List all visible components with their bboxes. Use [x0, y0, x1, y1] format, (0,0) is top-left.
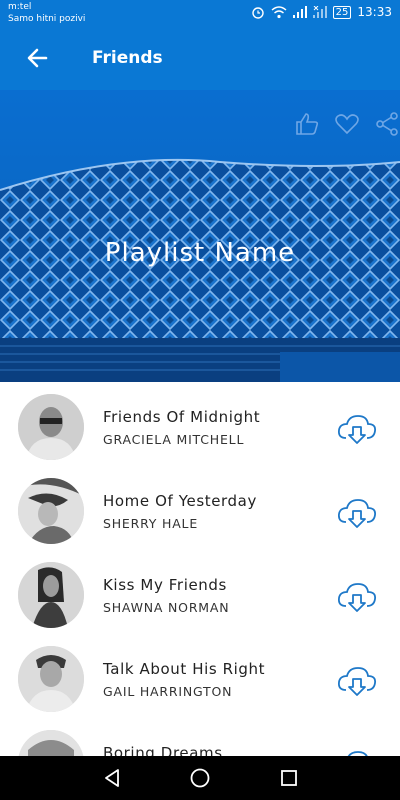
status-icons: 25 13:33 [251, 5, 392, 19]
wifi-icon [271, 5, 287, 18]
back-triangle-icon [105, 769, 119, 787]
nav-home-button[interactable] [188, 766, 212, 790]
download-button[interactable] [336, 664, 378, 698]
heart-icon [335, 114, 359, 135]
cloud-download-icon [337, 583, 377, 612]
artist-avatar [18, 562, 84, 628]
alarm-icon [251, 7, 264, 19]
recents-square-icon [281, 770, 297, 786]
artist-avatar [18, 478, 84, 544]
download-button[interactable] [336, 412, 378, 446]
playlist-actions [294, 112, 400, 136]
artist-avatar [18, 646, 84, 712]
track-title: Talk About His Right [103, 660, 266, 678]
favorite-button[interactable] [334, 112, 360, 136]
artist-avatar [18, 730, 84, 756]
download-button[interactable] [336, 496, 378, 530]
track-artist: GRACIELA MITCHELL [103, 432, 245, 447]
arrow-left-icon [27, 48, 48, 68]
track-row[interactable]: Home Of Yesterday SHERRY HALE [0, 472, 400, 556]
thumbs-up-icon [296, 113, 319, 135]
share-icon [376, 112, 398, 136]
track-artist: SHAWNA NORMAN [103, 600, 230, 615]
playlist-header: Playlist Name [0, 90, 400, 382]
artist-avatar [18, 394, 84, 460]
cloud-download-icon [337, 499, 377, 528]
app-bar: Friends [0, 26, 400, 90]
track-artist: GAIL HARRINGTON [103, 684, 233, 699]
like-button[interactable] [294, 112, 320, 136]
track-title: Friends Of Midnight [103, 408, 261, 426]
battery-indicator: 25 [332, 5, 352, 19]
back-button[interactable] [24, 46, 52, 70]
download-button[interactable] [336, 748, 378, 756]
track-row[interactable]: Kiss My Friends SHAWNA NORMAN [0, 556, 400, 640]
system-nav-bar [0, 756, 400, 800]
nav-back-button[interactable] [100, 766, 124, 790]
download-button[interactable] [336, 580, 378, 614]
signal-no-service-icon [312, 6, 327, 18]
track-artist: SHERRY HALE [103, 516, 199, 531]
track-title: Home Of Yesterday [103, 492, 257, 510]
carrier-name: m:tel [8, 2, 32, 12]
track-row[interactable]: Boring Dreams [0, 724, 400, 756]
cloud-download-icon [337, 415, 377, 444]
clock: 13:33 [357, 5, 392, 19]
cloud-download-icon [337, 667, 377, 696]
track-title: Kiss My Friends [103, 576, 227, 594]
home-circle-icon [190, 768, 210, 788]
carrier-info: m:tel Samo hitni pozivi [8, 1, 85, 25]
track-title: Boring Dreams [103, 744, 223, 756]
status-bar: m:tel Samo hitni pozivi 25 13:33 [0, 0, 400, 26]
track-list: Friends Of Midnight GRACIELA MITCHELL Ho… [0, 382, 400, 756]
share-button[interactable] [374, 112, 400, 136]
nav-recents-button[interactable] [277, 766, 301, 790]
playlist-name: Playlist Name [104, 238, 296, 268]
signal-icon [292, 6, 307, 18]
track-row[interactable]: Friends Of Midnight GRACIELA MITCHELL [0, 388, 400, 472]
carrier-note: Samo hitni pozivi [8, 14, 86, 24]
cloud-download-icon [347, 751, 368, 756]
track-row[interactable]: Talk About His Right GAIL HARRINGTON [0, 640, 400, 724]
page-title: Friends [92, 48, 163, 68]
